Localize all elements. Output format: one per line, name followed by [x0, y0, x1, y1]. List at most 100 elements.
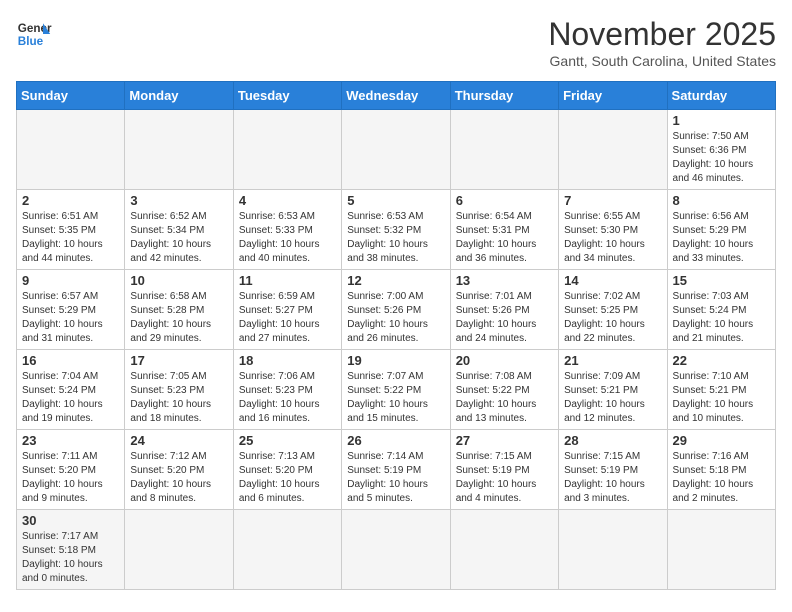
calendar-week-row: 9Sunrise: 6:57 AM Sunset: 5:29 PM Daylig… [17, 270, 776, 350]
calendar-day-cell: 16 Sunrise: 7:04 AM Sunset: 5:24 PM Dayli… [17, 350, 125, 430]
day-number: 23 [22, 433, 119, 448]
day-info: Sunrise: 7:00 AM Sunset: 5:26 PM Dayligh… [347, 290, 444, 346]
day-number: 4 [239, 193, 336, 208]
day-number: 5 [347, 193, 444, 208]
generalblue-logo-icon: General Blue [16, 16, 52, 52]
day-number: 10 [130, 273, 227, 288]
day-of-week-header: Tuesday [233, 82, 341, 110]
day-number: 20 [456, 353, 553, 368]
day-info: Sunrise: 7:11 AM Sunset: 5:20 PM Dayligh… [22, 450, 119, 506]
calendar-day-cell: 21 Sunrise: 7:09 AM Sunset: 5:21 PM Dayli… [559, 350, 667, 430]
month-title: November 2025 [548, 16, 776, 53]
day-info: Sunrise: 6:53 AM Sunset: 5:32 PM Dayligh… [347, 210, 444, 266]
day-info: Sunrise: 7:07 AM Sunset: 5:22 PM Dayligh… [347, 370, 444, 426]
calendar-day-cell [233, 510, 341, 590]
calendar-day-cell: 19 Sunrise: 7:07 AM Sunset: 5:22 PM Dayli… [342, 350, 450, 430]
day-info: Sunrise: 7:02 AM Sunset: 5:25 PM Dayligh… [564, 290, 661, 346]
day-info: Sunrise: 7:08 AM Sunset: 5:22 PM Dayligh… [456, 370, 553, 426]
day-info: Sunrise: 7:04 AM Sunset: 5:24 PM Dayligh… [22, 370, 119, 426]
day-info: Sunrise: 6:58 AM Sunset: 5:28 PM Dayligh… [130, 290, 227, 346]
day-number: 9 [22, 273, 119, 288]
day-info: Sunrise: 7:17 AM Sunset: 5:18 PM Dayligh… [22, 530, 119, 586]
calendar-table: SundayMondayTuesdayWednesdayThursdayFrid… [16, 81, 776, 590]
day-info: Sunrise: 7:13 AM Sunset: 5:20 PM Dayligh… [239, 450, 336, 506]
calendar-day-cell: 27Sunrise: 7:15 AM Sunset: 5:19 PM Dayli… [450, 430, 558, 510]
day-number: 27 [456, 433, 553, 448]
day-info: Sunrise: 6:59 AM Sunset: 5:27 PM Dayligh… [239, 290, 336, 346]
calendar-day-cell: 6 Sunrise: 6:54 AM Sunset: 5:31 PM Daylig… [450, 190, 558, 270]
day-number: 19 [347, 353, 444, 368]
calendar-day-cell: 22Sunrise: 7:10 AM Sunset: 5:21 PM Dayli… [667, 350, 775, 430]
calendar-day-cell: 17 Sunrise: 7:05 AM Sunset: 5:23 PM Dayli… [125, 350, 233, 430]
day-number: 16 [22, 353, 119, 368]
day-info: Sunrise: 7:15 AM Sunset: 5:19 PM Dayligh… [564, 450, 661, 506]
calendar-day-cell [233, 110, 341, 190]
day-number: 25 [239, 433, 336, 448]
calendar-day-cell: 5 Sunrise: 6:53 AM Sunset: 5:32 PM Daylig… [342, 190, 450, 270]
day-info: Sunrise: 7:09 AM Sunset: 5:21 PM Dayligh… [564, 370, 661, 426]
calendar-day-cell [342, 110, 450, 190]
page-header: General Blue November 2025 Gantt, South … [16, 16, 776, 69]
day-number: 7 [564, 193, 661, 208]
day-info: Sunrise: 7:06 AM Sunset: 5:23 PM Dayligh… [239, 370, 336, 426]
day-info: Sunrise: 7:01 AM Sunset: 5:26 PM Dayligh… [456, 290, 553, 346]
calendar-week-row: 16 Sunrise: 7:04 AM Sunset: 5:24 PM Dayli… [17, 350, 776, 430]
day-info: Sunrise: 7:03 AM Sunset: 5:24 PM Dayligh… [673, 290, 770, 346]
day-of-week-header: Sunday [17, 82, 125, 110]
calendar-day-cell [342, 510, 450, 590]
calendar-day-cell [559, 110, 667, 190]
day-of-week-header: Monday [125, 82, 233, 110]
calendar-day-cell [125, 110, 233, 190]
calendar-day-cell [125, 510, 233, 590]
day-info: Sunrise: 7:16 AM Sunset: 5:18 PM Dayligh… [673, 450, 770, 506]
calendar-day-cell [667, 510, 775, 590]
calendar-day-cell: 7 Sunrise: 6:55 AM Sunset: 5:30 PM Daylig… [559, 190, 667, 270]
calendar-day-cell [17, 110, 125, 190]
day-number: 18 [239, 353, 336, 368]
day-info: Sunrise: 6:53 AM Sunset: 5:33 PM Dayligh… [239, 210, 336, 266]
day-info: Sunrise: 6:51 AM Sunset: 5:35 PM Dayligh… [22, 210, 119, 266]
day-number: 24 [130, 433, 227, 448]
day-of-week-header: Saturday [667, 82, 775, 110]
calendar-day-cell: 23 Sunrise: 7:11 AM Sunset: 5:20 PM Dayli… [17, 430, 125, 510]
calendar-header-row: SundayMondayTuesdayWednesdayThursdayFrid… [17, 82, 776, 110]
day-info: Sunrise: 6:54 AM Sunset: 5:31 PM Dayligh… [456, 210, 553, 266]
day-number: 26 [347, 433, 444, 448]
day-info: Sunrise: 7:05 AM Sunset: 5:23 PM Dayligh… [130, 370, 227, 426]
day-number: 3 [130, 193, 227, 208]
day-info: Sunrise: 7:14 AM Sunset: 5:19 PM Dayligh… [347, 450, 444, 506]
calendar-day-cell: 4 Sunrise: 6:53 AM Sunset: 5:33 PM Daylig… [233, 190, 341, 270]
calendar-day-cell: 11 Sunrise: 6:59 AM Sunset: 5:27 PM Dayli… [233, 270, 341, 350]
calendar-day-cell: 15 Sunrise: 7:03 AM Sunset: 5:24 PM Dayli… [667, 270, 775, 350]
calendar-day-cell: 14Sunrise: 7:02 AM Sunset: 5:25 PM Dayli… [559, 270, 667, 350]
day-number: 6 [456, 193, 553, 208]
day-number: 11 [239, 273, 336, 288]
calendar-day-cell: 13 Sunrise: 7:01 AM Sunset: 5:26 PM Dayli… [450, 270, 558, 350]
svg-text:Blue: Blue [18, 35, 44, 48]
logo: General Blue [16, 16, 52, 52]
day-number: 17 [130, 353, 227, 368]
calendar-day-cell: 25 Sunrise: 7:13 AM Sunset: 5:20 PM Dayli… [233, 430, 341, 510]
day-info: Sunrise: 7:50 AM Sunset: 6:36 PM Dayligh… [673, 130, 770, 186]
day-number: 15 [673, 273, 770, 288]
day-number: 2 [22, 193, 119, 208]
day-number: 21 [564, 353, 661, 368]
calendar-day-cell: 26 Sunrise: 7:14 AM Sunset: 5:19 PM Dayli… [342, 430, 450, 510]
calendar-week-row: 1 Sunrise: 7:50 AM Sunset: 6:36 PM Daylig… [17, 110, 776, 190]
calendar-day-cell: 9Sunrise: 6:57 AM Sunset: 5:29 PM Daylig… [17, 270, 125, 350]
calendar-day-cell: 2 Sunrise: 6:51 AM Sunset: 5:35 PM Daylig… [17, 190, 125, 270]
calendar-day-cell: 12Sunrise: 7:00 AM Sunset: 5:26 PM Dayli… [342, 270, 450, 350]
calendar-day-cell: 10 Sunrise: 6:58 AM Sunset: 5:28 PM Dayli… [125, 270, 233, 350]
day-number: 1 [673, 113, 770, 128]
day-number: 13 [456, 273, 553, 288]
day-info: Sunrise: 6:55 AM Sunset: 5:30 PM Dayligh… [564, 210, 661, 266]
day-of-week-header: Wednesday [342, 82, 450, 110]
day-number: 28 [564, 433, 661, 448]
calendar-day-cell: 20 Sunrise: 7:08 AM Sunset: 5:22 PM Dayli… [450, 350, 558, 430]
calendar-day-cell: 1 Sunrise: 7:50 AM Sunset: 6:36 PM Daylig… [667, 110, 775, 190]
day-of-week-header: Thursday [450, 82, 558, 110]
calendar-day-cell [559, 510, 667, 590]
calendar-day-cell: 24Sunrise: 7:12 AM Sunset: 5:20 PM Dayli… [125, 430, 233, 510]
day-info: Sunrise: 6:52 AM Sunset: 5:34 PM Dayligh… [130, 210, 227, 266]
calendar-day-cell: 18 Sunrise: 7:06 AM Sunset: 5:23 PM Dayli… [233, 350, 341, 430]
